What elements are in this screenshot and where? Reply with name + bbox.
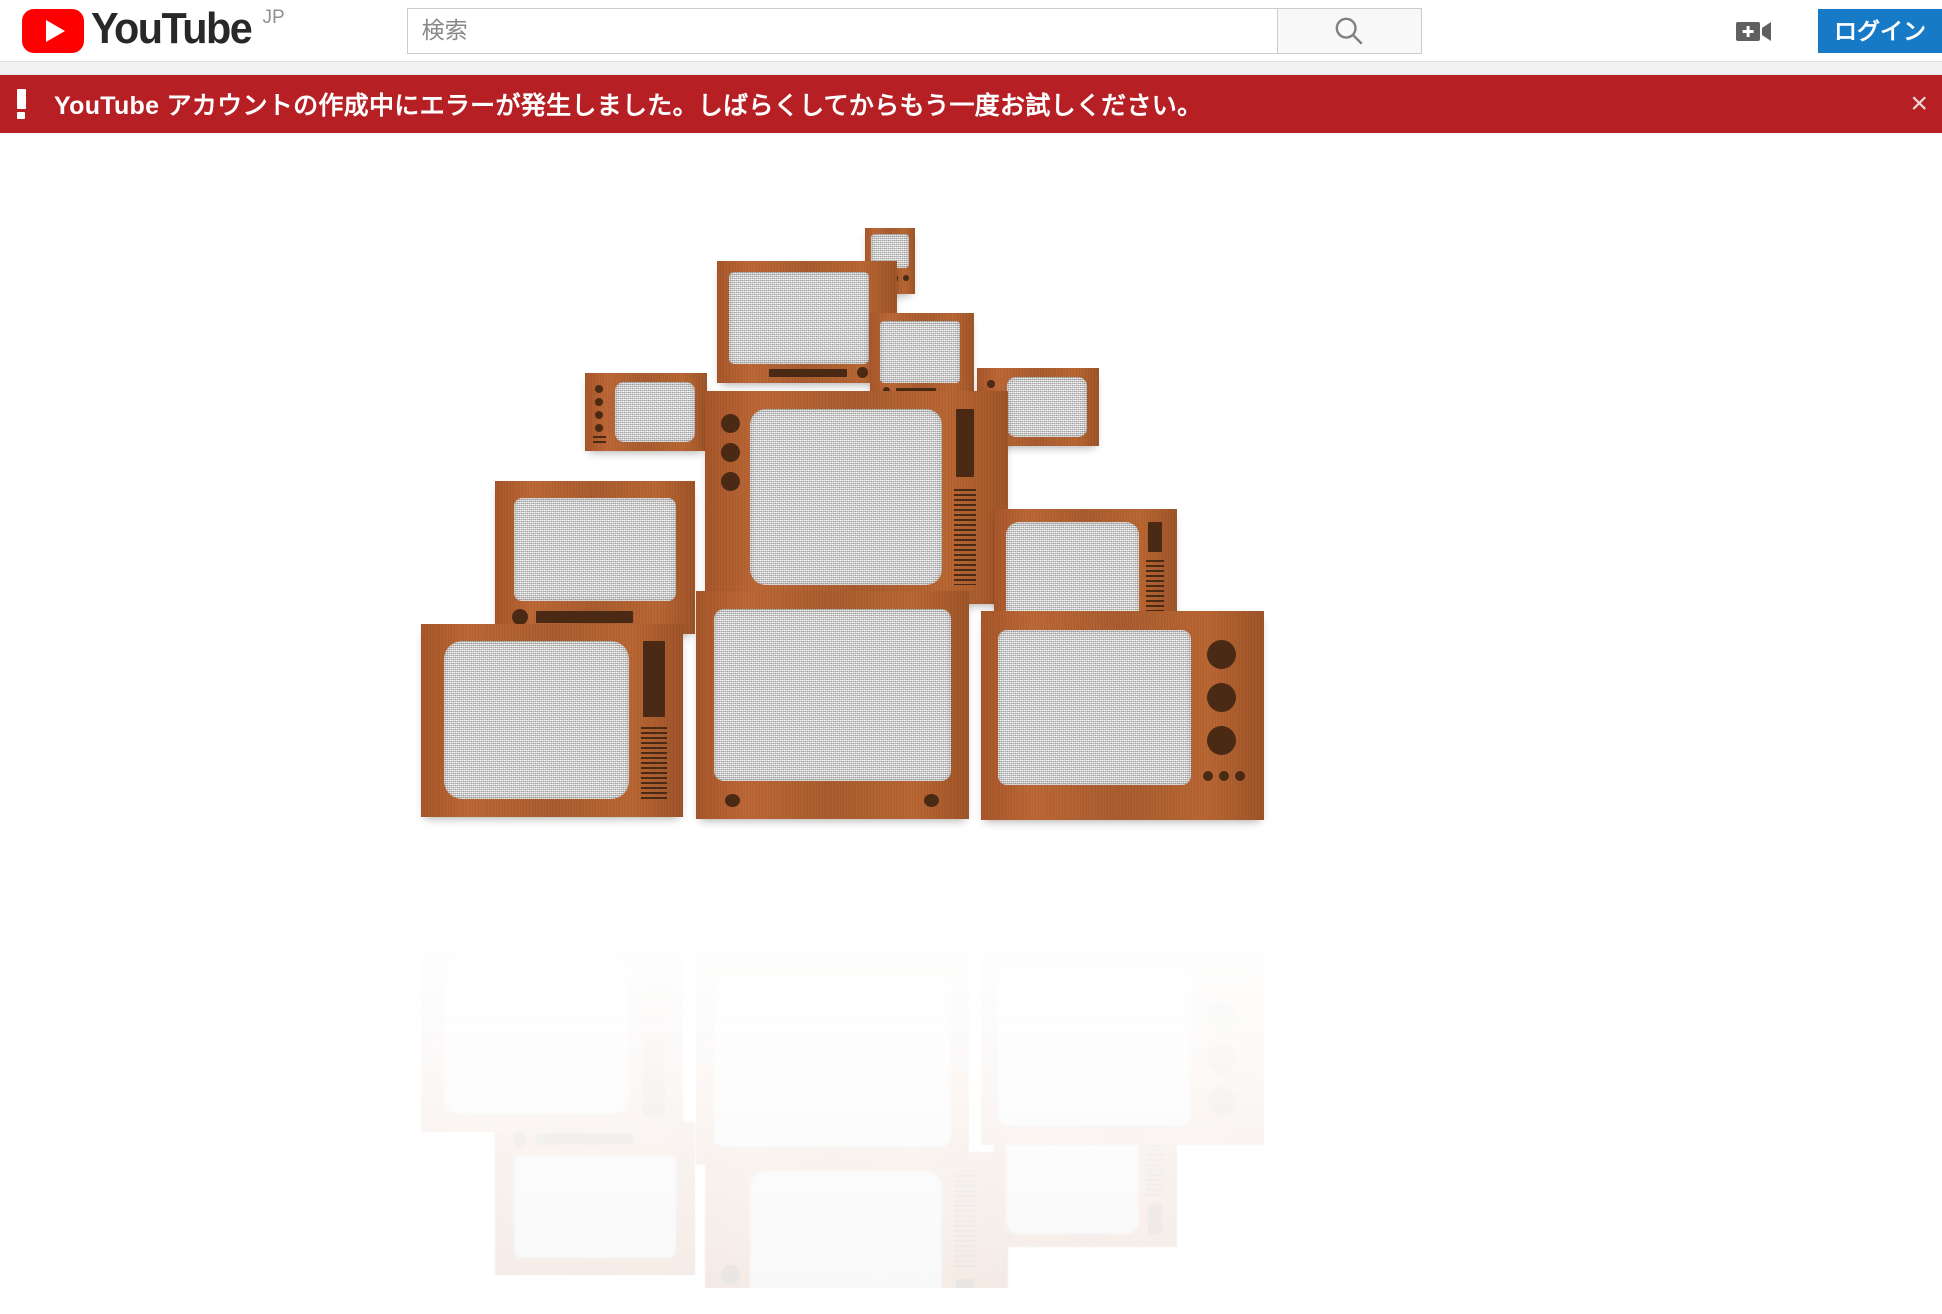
tv-screen [714,975,951,1147]
vintage-tv-stack-illustration [411,228,1531,928]
tv-knob [987,380,995,388]
tv-control-bar [956,1279,974,1314]
tv-knob [721,1265,740,1284]
tv-control-bar [643,1039,665,1115]
tv-knob [721,414,740,433]
error-illustration-stage [0,133,1942,1314]
tv-screen [729,272,869,364]
tv-knob [595,398,603,406]
tv-set [705,391,1008,604]
tv-knob [1207,1001,1236,1030]
sign-in-button[interactable]: ログイン [1818,9,1942,53]
tv-control-bar [643,641,665,717]
tv-screen [998,630,1191,785]
tv-knob [721,472,740,491]
masthead-actions: ログイン [1732,0,1942,62]
tv-screen [444,641,629,799]
tv-screen [514,1155,676,1258]
tv-knob [1207,726,1236,755]
warning-exclamation-icon [10,87,32,121]
tv-control-bar [1148,1204,1162,1234]
search-icon [1335,17,1363,45]
tv-speaker-grille [954,489,976,585]
masthead: YouTube JP ログイン [0,0,1942,62]
youtube-logo-country-code: JP [262,6,285,28]
tv-foot [725,794,740,807]
search-bar [406,7,1422,54]
tv-set [495,481,695,634]
tv-set [421,939,683,1132]
tv-knob [1203,771,1213,781]
tv-control-bar [769,369,847,377]
tv-screen [714,609,951,781]
youtube-logo[interactable]: YouTube JP [22,6,285,53]
tv-set [981,611,1264,820]
tv-speaker-grille [641,727,667,800]
tv-set [696,591,969,819]
tv-control-bar [1148,522,1162,552]
tv-set [977,1310,1099,1314]
tv-knob [857,367,868,378]
tv-knob [1207,683,1236,712]
tv-set [705,1152,1008,1314]
tv-screen [1006,1133,1139,1234]
tv-knob [1207,1044,1236,1073]
error-message: YouTube アカウントの作成中にエラーが発生しました。しばらくしてからもう一… [54,92,1203,120]
search-button[interactable] [1276,7,1422,54]
tv-knob [595,411,603,419]
youtube-logo-wordmark: YouTube [91,3,253,53]
tv-knob [512,1131,528,1147]
tv-set [421,624,683,817]
video-camera-plus-icon [1736,22,1771,41]
tv-knob [721,1294,740,1313]
tv-speaker-grille [641,956,667,1029]
tv-set [994,1119,1177,1247]
search-input[interactable] [406,7,1277,54]
tv-screen [998,971,1191,1126]
tv-knob [721,443,740,462]
tv-knob [512,609,528,625]
tv-speaker-grille [1146,1136,1164,1196]
tv-screen [444,957,629,1115]
tv-foot [924,794,939,807]
tv-set [495,1122,695,1275]
tv-knob [1207,1087,1236,1116]
tv-speaker-grille [954,1171,976,1267]
tv-screen [750,409,942,585]
tv-control-bar [956,409,974,477]
tv-screen [615,382,695,442]
tv-knob [595,385,603,393]
tv-knob [903,275,909,281]
tv-stack-reflection [411,928,1531,1314]
tv-knob [1207,640,1236,669]
tv-knob [1219,771,1229,781]
tv-control-bar [536,1133,633,1145]
tv-screen [1007,377,1087,437]
tv-set [585,1305,707,1314]
tv-screen [750,1171,942,1314]
tv-screen [514,498,676,601]
tv-knob [1235,771,1245,781]
tv-screen [880,321,960,383]
tv-set [870,313,974,398]
tv-set [585,373,707,451]
close-icon[interactable]: × [1910,89,1928,119]
tv-control-bar [536,611,633,623]
tv-set [981,936,1264,1145]
tv-speaker-grille [593,436,606,445]
video-upload-icon[interactable] [1732,9,1776,53]
youtube-play-icon [22,8,84,53]
error-banner: YouTube アカウントの作成中にエラーが発生しました。しばらくしてからもう一… [0,75,1942,133]
masthead-divider [0,62,1942,75]
tv-foot [725,949,740,962]
tv-knob [1219,975,1229,985]
tv-knob [1235,975,1245,985]
tv-knob [595,424,603,432]
tv-set [696,937,969,1165]
tv-foot [924,949,939,962]
tv-screen [1006,522,1139,623]
tv-knob [1203,975,1213,985]
